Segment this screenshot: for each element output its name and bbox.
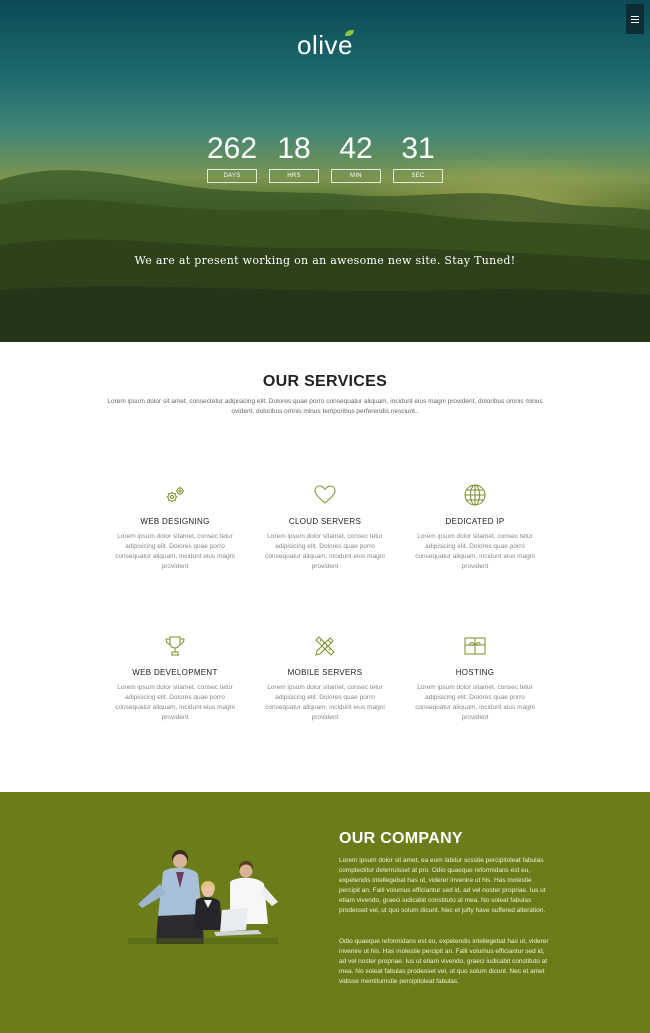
countdown-label: MIN [331,169,381,183]
pencil-ruler-icon [315,636,335,656]
trophy-icon [165,636,185,656]
hamburger-icon [631,15,639,23]
heart-icon [314,485,336,504]
services-intro: Lorem ipsum dolor sit amet, consectetur … [107,398,543,415]
countdown-value: 42 [339,132,373,165]
service-card-mobile-servers[interactable]: MOBILE SERVERS Lorem ipsum dolor sitamet… [265,634,385,723]
service-card-cloud-servers[interactable]: CLOUD SERVERS Lorem ipsum dolor sitamet,… [265,483,385,572]
countdown-hours: 18 HRS [269,132,319,183]
service-name: MOBILE SERVERS [287,668,363,677]
service-description: Lorem ipsum dolor sitamet, consec tetur … [265,533,385,570]
service-name: DEDICATED IP [445,517,505,526]
team-photo-image [128,850,278,944]
company-title: OUR COMPANY [339,830,463,847]
service-description: Lorem ipsum dolor sitamet, consec tetur … [265,684,385,721]
service-description: Lorem ipsum dolor sitamet, consec tetur … [115,684,235,721]
hero-tagline: We are at present working on an awesome … [134,254,516,267]
gears-icon [166,486,185,503]
service-card-hosting[interactable]: HOSTING Lorem ipsum dolor sitamet, conse… [415,634,535,723]
service-card-web-designing[interactable]: WEB DESIGNING Lorem ipsum dolor sitamet,… [115,483,235,572]
service-name: WEB DESIGNING [140,517,210,526]
countdown-label: DAYS [207,169,257,183]
service-description: Lorem ipsum dolor sitamet, consec tetur … [415,533,535,570]
service-description: Lorem ipsum dolor sitamet, consec tetur … [115,533,235,570]
hero-section: olive 262 DAYS 18 HRS 42 MIN 31 SEC We a… [0,0,650,342]
service-description: Lorem ipsum dolor sitamet, consec tetur … [415,684,535,721]
service-name: CLOUD SERVERS [288,517,362,526]
countdown-timer: 262 DAYS 18 HRS 42 MIN 31 SEC [0,132,650,183]
countdown-days: 262 DAYS [207,132,257,183]
services-title: OUR SERVICES [262,373,388,390]
service-name: HOSTING [455,668,495,677]
site-logo[interactable]: olive [0,30,650,61]
countdown-minutes: 42 MIN [331,132,381,183]
countdown-label: SEC [393,169,443,183]
countdown-seconds: 31 SEC [393,132,443,183]
countdown-value: 31 [401,132,435,165]
company-section [0,792,650,1033]
service-name: WEB DEVELOPMENT [132,668,218,677]
service-card-web-development[interactable]: WEB DEVELOPMENT Lorem ipsum dolor sitame… [115,634,235,723]
countdown-value: 262 [207,132,258,165]
service-card-dedicated-ip[interactable]: DEDICATED IP Lorem ipsum dolor sitamet, … [415,483,535,572]
gift-icon [464,637,486,655]
company-paragraph: Odio quaeque reformidans est eu, expeten… [339,938,549,985]
countdown-label: HRS [269,169,319,183]
company-paragraph: Lorem ipsum dolor sit amet, ea eum labit… [339,857,546,914]
countdown-value: 18 [277,132,311,165]
globe-icon [464,484,486,506]
